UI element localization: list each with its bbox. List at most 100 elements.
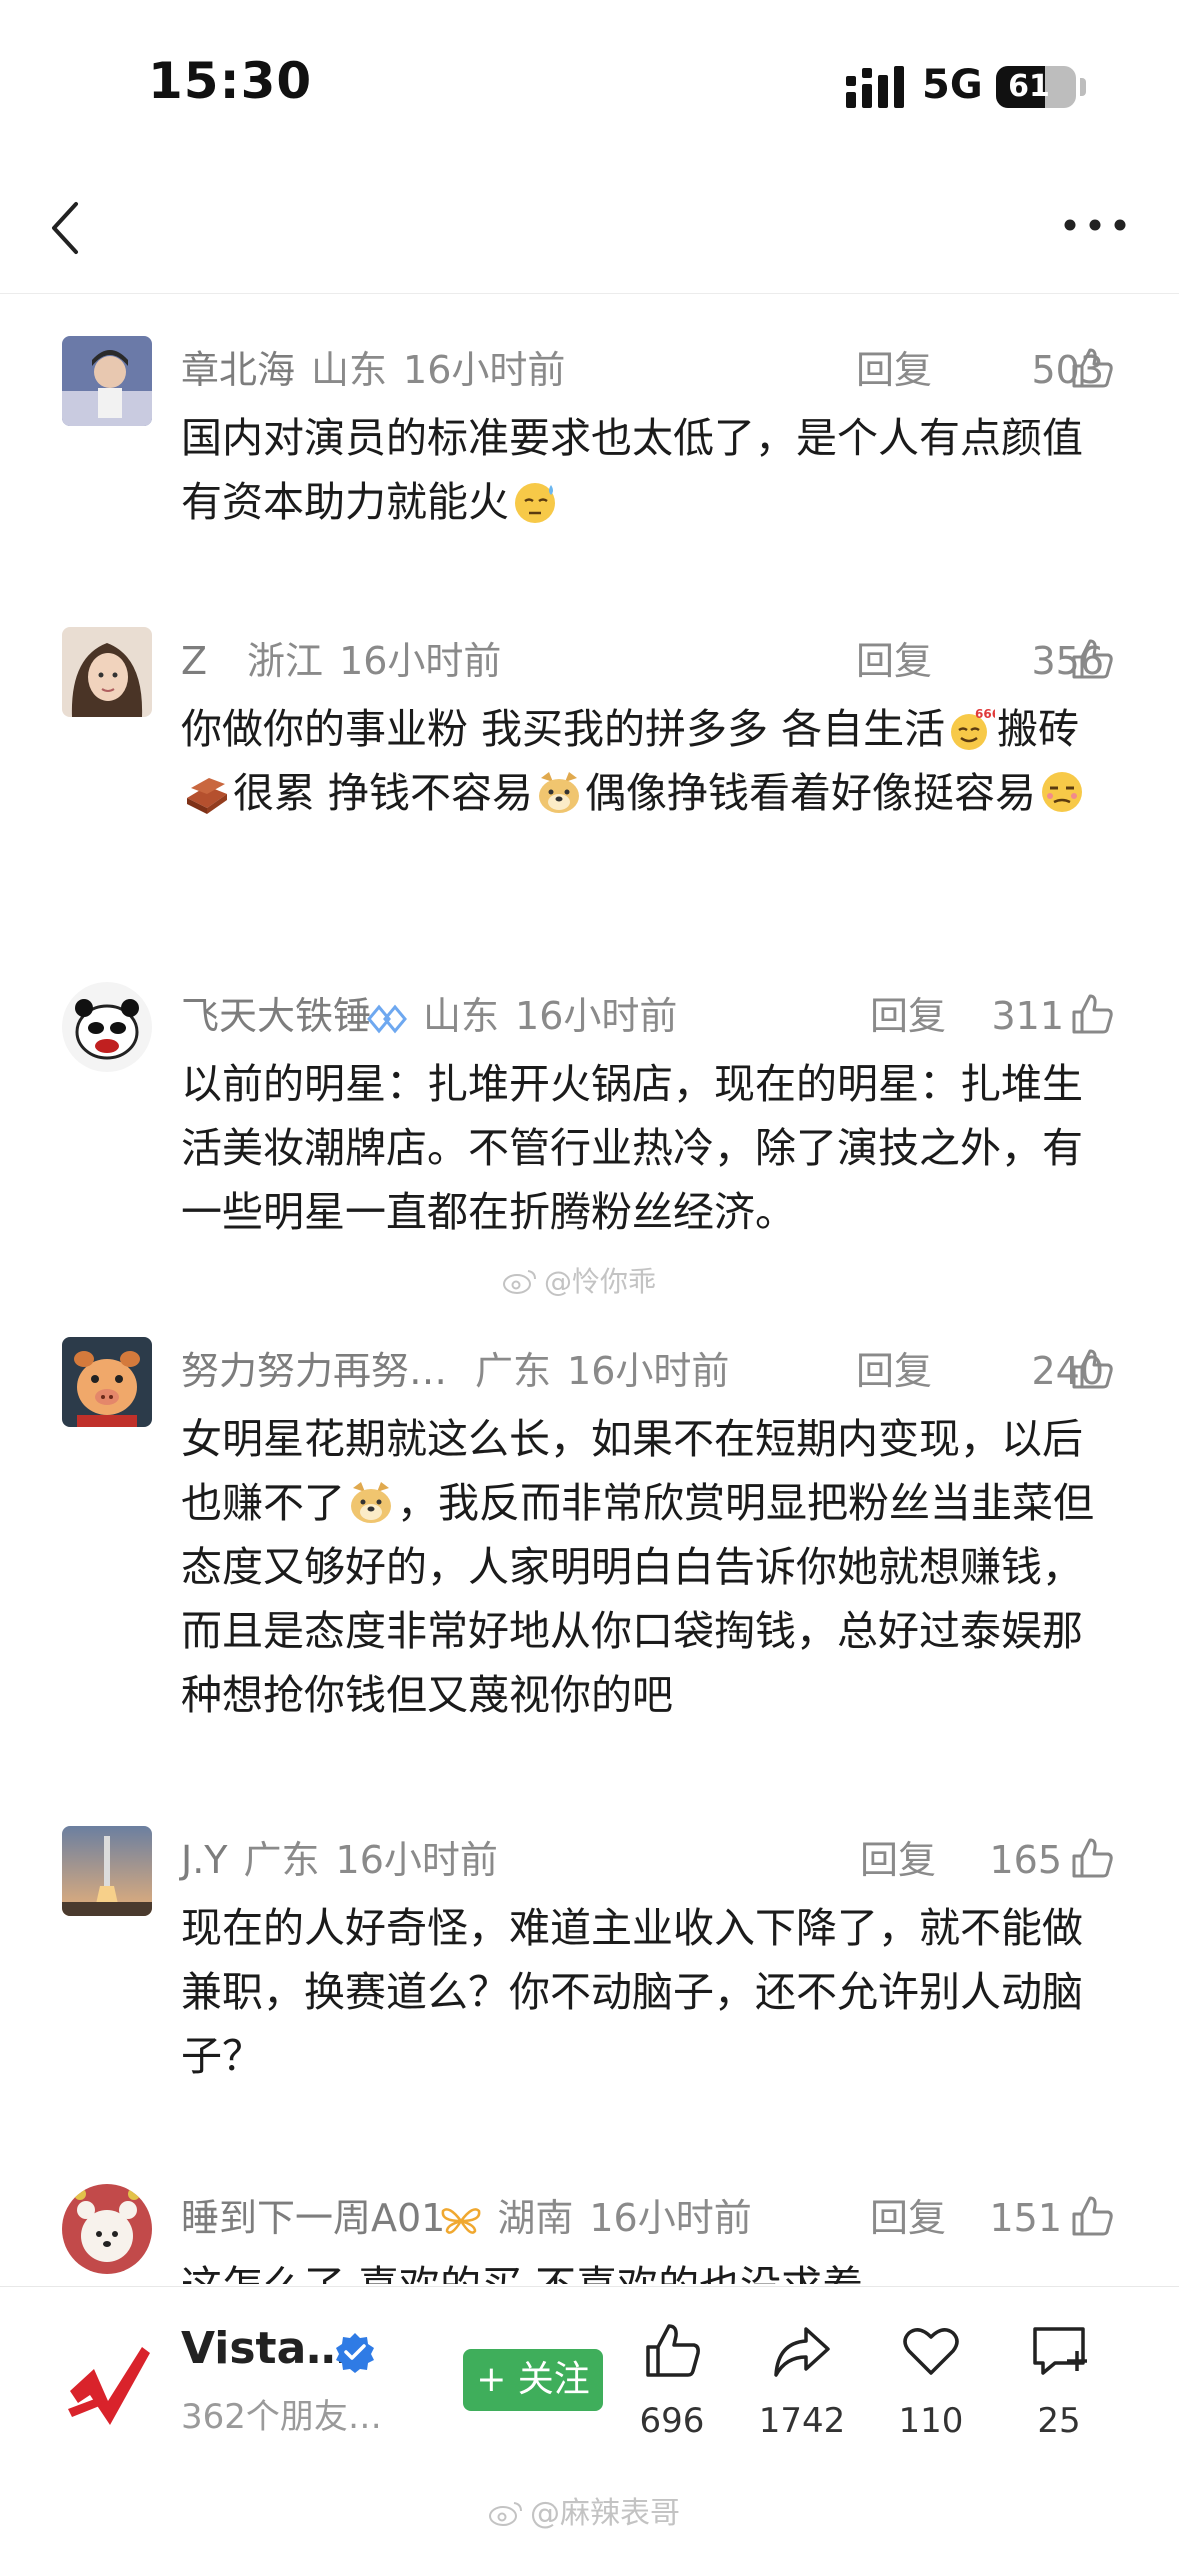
weibo-logo-icon [503,1270,536,1294]
share-count: 1742 [758,2401,846,2441]
chevron-left-icon[interactable] [46,200,90,256]
battery-icon: 61 [996,66,1076,108]
comment-button[interactable]: 25 [1004,2321,1114,2451]
comment-text-part: 偶像挣钱看着好像挺容易 [585,769,1037,817]
thumbs-up-icon [646,2324,700,2377]
comment-author[interactable]: Z [181,639,207,683]
watermark-text: @麻辣表哥 [530,2496,680,2531]
diamond-badge-icon [367,1004,407,1033]
comment-location: 广东 [475,1349,552,1393]
comment-meta: 飞天大铁锤 山东 16小时前 [181,990,693,1042]
comment-text-part: 这怎么了 喜欢的买 不喜欢的也没求着 [181,2262,863,2284]
comment-location: 湖南 [497,2196,574,2240]
weibo-logo-icon [489,2502,522,2526]
author-followers: 362个朋友… [181,2397,382,2437]
comment-text-part: 现在的人好奇怪，难道主业收入下降了，就不能做兼职，换赛道么？你不动脑子，还不允许… [181,1904,1083,2080]
comment-text-part: 很累 挣钱不容易 [233,769,534,817]
network-type: 5G [922,62,983,108]
comment-meta: J.Y 广东 16小时前 [181,1834,514,1886]
comment-text: 这怎么了 喜欢的买 不喜欢的也没求着 [181,2254,1121,2284]
butterfly-badge-icon [441,2207,481,2234]
share-arrow-icon [774,2327,830,2377]
comment-text-part: 搬砖 [997,705,1080,753]
like-count: 311 [991,994,1064,1038]
comment-author[interactable]: 努力努力再努… [181,1349,447,1393]
favorite-button[interactable]: 110 [876,2321,986,2451]
battery-percent: 61 [1008,69,1050,104]
svg-text:666: 666 [975,707,995,721]
comment-plus-icon [1033,2327,1087,2375]
comment-text: 国内对演员的标准要求也太低了，是个人有点颜值有资本助力就能火 [181,406,1121,534]
comment-location: 广东 [243,1838,320,1882]
avatar[interactable] [62,1826,152,1916]
comment-time: 16小时前 [567,1349,730,1393]
watermark-text: @怜你乖 [544,1265,657,1298]
reply-button[interactable]: 回复 [856,1345,932,1397]
comment-author[interactable]: 飞天大铁锤 [181,994,371,1038]
like-count: 696 [639,2401,705,2441]
comment-time: 16小时前 [335,1838,498,1882]
thumbs-up-icon[interactable] [1070,346,1114,390]
follow-button[interactable]: + 关注 [463,2349,603,2411]
avatar[interactable] [62,2184,152,2274]
666-emoji-icon: 666 [951,707,995,750]
reply-button[interactable]: 回复 [860,1834,936,1886]
brick-emoji-icon [187,778,227,814]
doge-emoji-icon [351,1482,391,1523]
comment-author[interactable]: 睡到下一周A01 [181,2196,445,2240]
thumbs-up-icon[interactable] [1070,637,1114,681]
comment-text: 以前的明星：扎堆开火锅店，现在的明星：扎堆生活美妆潮牌店。不管行业热冷，除了演技… [181,1052,1121,1244]
like-button[interactable]: 696 [617,2321,727,2451]
like-count: 151 [989,2196,1062,2240]
doge-emoji-icon [539,772,580,813]
comment-time: 16小时前 [515,994,678,1038]
unamused-emoji-icon [1042,772,1083,812]
status-bar: 15:30 5G 61 [0,0,1179,150]
comment-text-part: 你做你的事业粉 我买我的拼多多 各自生活 [181,705,946,753]
comment-list: 章北海 山东 16小时前 回复 503 国内对演员的标准要求也太低了，是个人有点颜值… [0,294,1179,2284]
battery-tip [1080,78,1086,96]
comment-meta: 睡到下一周A01 湖南 16小时前 [181,2192,768,2244]
comment-author[interactable]: J.Y [181,1838,228,1882]
avatar[interactable] [62,1337,152,1427]
status-time: 15:30 [148,52,313,110]
comment-time: 16小时前 [403,348,566,392]
thumbs-up-icon[interactable] [1070,2194,1114,2238]
reply-button[interactable]: 回复 [856,635,932,687]
comment-meta: 努力努力再努… 广东 16小时前 [181,1345,745,1397]
comment-author[interactable]: 章北海 [181,348,295,392]
avatar[interactable] [62,336,152,426]
avatar[interactable] [62,627,152,717]
reply-button[interactable]: 回复 [870,990,946,1042]
heart-icon [903,2328,959,2375]
comment-count: 25 [1037,2401,1081,2441]
author-logo-icon[interactable] [60,2339,160,2435]
comment-meta: 章北海 山东 16小时前 [181,344,581,396]
comment-time: 16小时前 [339,639,502,683]
avatar[interactable] [62,982,152,1072]
author-name[interactable]: Vista… [181,2323,350,2374]
watermark: @麻辣表哥 [488,2488,680,2532]
comment-text-part: 国内对演员的标准要求也太低了，是个人有点颜值有资本助力就能火 [181,414,1083,526]
comment-text: 女明星花期就这么长，如果不在短期内变现，以后也赚不了 ，我反而非常欣赏明显把粉丝当… [181,1407,1121,1727]
verified-badge-icon [336,2333,374,2373]
bottom-action-bar: Vista… 362个朋友… + 关注 696 1742 110 25 [0,2286,1179,2473]
thumbs-up-icon[interactable] [1070,1836,1114,1880]
comment-text: 现在的人好奇怪，难道主业收入下降了，就不能做兼职，换赛道么？你不动脑子，还不允许… [181,1896,1121,2088]
reply-button[interactable]: 回复 [870,2192,946,2244]
comment-location: 山东 [311,348,388,392]
ellipsis-icon[interactable] [1060,210,1130,240]
comment-location: 浙江 [247,639,324,683]
watermark: @怜你乖 [502,1260,656,1300]
comment-text-part: 以前的明星：扎堆开火锅店，现在的明星：扎堆生活美妆潮牌店。不管行业热冷，除了演技… [181,1060,1083,1236]
comment-location: 山东 [423,994,500,1038]
reply-button[interactable]: 回复 [856,344,932,396]
share-button[interactable]: 1742 [747,2321,857,2451]
thumbs-up-icon[interactable] [1070,992,1114,1036]
thumbs-up-icon[interactable] [1070,1347,1114,1391]
comment-time: 16小时前 [589,2196,752,2240]
nav-bar [0,150,1179,294]
bottom-area: @麻辣表哥 [0,2472,1179,2556]
sweat-emoji-icon [515,483,555,523]
like-count: 165 [989,1838,1062,1882]
